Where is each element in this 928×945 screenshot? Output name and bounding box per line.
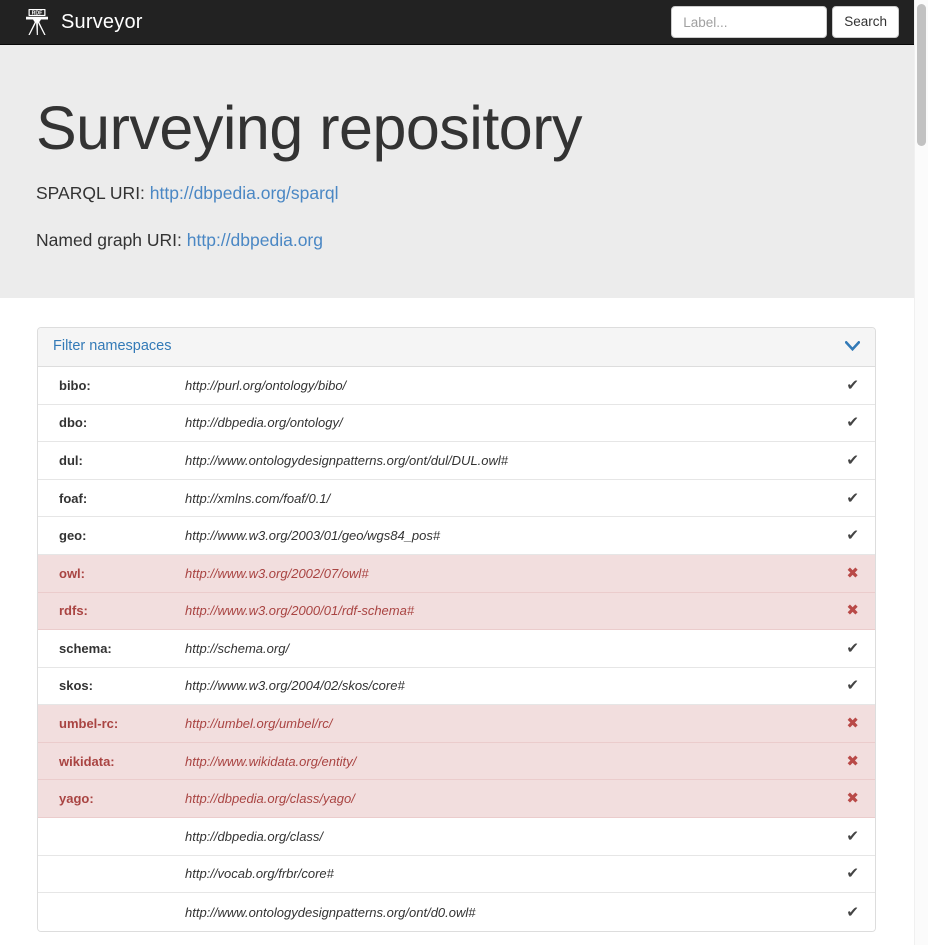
cross-icon[interactable]: ✖ [833, 791, 859, 806]
namespace-prefix: dul: [59, 452, 83, 468]
check-icon[interactable]: ✔ [833, 866, 859, 881]
hero-section: Surveying repository SPARQL URI: http://… [0, 45, 914, 298]
namespace-prefix: foaf: [59, 490, 88, 506]
namespace-row[interactable]: schema: http://schema.org/ ✔ [38, 630, 875, 668]
rdf-theodolite-icon: RDF [22, 7, 52, 37]
main-container: Filter namespaces bibo: http://purl.org/o… [0, 298, 914, 932]
namespace-prefix: wikidata: [59, 753, 115, 769]
vertical-scrollbar[interactable] [914, 0, 928, 945]
sparql-uri-label: SPARQL URI: [36, 183, 145, 204]
namespace-uri: http://schema.org/ [185, 640, 290, 656]
named-graph-uri-line: Named graph URI: http://dbpedia.org [36, 228, 914, 253]
search-input[interactable] [671, 6, 828, 38]
check-icon[interactable]: ✔ [833, 641, 859, 656]
namespace-prefix: geo: [59, 528, 87, 544]
namespace-uri: http://dbpedia.org/class/ [185, 828, 324, 844]
namespace-row[interactable]: http://www.ontologydesignpatterns.org/on… [38, 893, 875, 931]
namespace-row[interactable]: geo: http://www.w3.org/2003/01/geo/wgs84_… [38, 517, 875, 555]
sparql-uri-link[interactable]: http://dbpedia.org/sparql [150, 183, 339, 203]
namespace-uri: http://www.wikidata.org/entity/ [185, 753, 357, 769]
namespace-row[interactable]: foaf: http://xmlns.com/foaf/0.1/ ✔ [38, 479, 875, 518]
namespace-row[interactable]: bibo: http://purl.org/ontology/bibo/ ✔ [38, 366, 875, 405]
namespace-prefix: schema: [59, 640, 112, 656]
namespace-row[interactable]: http://dbpedia.org/class/ ✔ [38, 818, 875, 856]
check-icon[interactable]: ✔ [833, 415, 859, 430]
namespace-uri: http://vocab.org/frbr/core# [185, 866, 334, 882]
named-graph-uri-label: Named graph URI: [36, 229, 182, 250]
namespace-row[interactable]: dul: http://www.ontologydesignpatterns.or… [38, 442, 875, 480]
cross-icon[interactable]: ✖ [833, 566, 859, 581]
top-navbar: RDF Surveyor Search [0, 0, 914, 45]
namespace-row[interactable]: skos: http://www.w3.org/2004/02/skos/core… [38, 667, 875, 706]
check-icon[interactable]: ✔ [833, 678, 859, 693]
page-content: RDF Surveyor Search [0, 0, 914, 945]
check-icon[interactable]: ✔ [833, 528, 859, 543]
cross-icon[interactable]: ✖ [833, 716, 859, 731]
namespace-uri: http://www.ontologydesignpatterns.org/on… [185, 904, 476, 920]
namespace-prefix: dbo: [59, 415, 88, 431]
namespace-uri: http://dbpedia.org/ontology/ [185, 415, 343, 431]
check-icon[interactable]: ✔ [833, 905, 859, 920]
navbar-search-form: Search [671, 6, 899, 38]
filter-namespaces-panel: Filter namespaces bibo: http://purl.org/o… [37, 327, 876, 932]
namespace-row[interactable]: umbel-rc: http://umbel.org/umbel/rc/ ✖ [38, 705, 875, 743]
brand-label: Surveyor [61, 11, 143, 33]
panel-heading-toggle[interactable]: Filter namespaces [38, 328, 875, 367]
brand-link[interactable]: RDF Surveyor [22, 7, 143, 37]
namespace-prefix: bibo: [59, 377, 91, 393]
chevron-down-icon[interactable] [844, 340, 861, 353]
namespace-uri: http://www.w3.org/2002/07/owl# [185, 565, 369, 581]
namespace-uri: http://purl.org/ontology/bibo/ [185, 377, 347, 393]
namespace-prefix: skos: [59, 678, 93, 694]
scrollbar-thumb[interactable] [917, 4, 926, 146]
namespace-uri: http://www.w3.org/2000/01/rdf-schema# [185, 603, 415, 619]
svg-text:RDF: RDF [32, 10, 44, 16]
search-button[interactable]: Search [832, 6, 899, 38]
namespace-list: bibo: http://purl.org/ontology/bibo/✔ dbo:… [38, 366, 875, 931]
page-title: Surveying repository [36, 94, 583, 162]
namespace-prefix: yago: [59, 791, 94, 807]
namespace-prefix: umbel-rc: [59, 716, 119, 732]
namespace-uri: http://www.w3.org/2004/02/skos/core# [185, 678, 405, 694]
namespace-uri: http://umbel.org/umbel/rc/ [185, 716, 333, 732]
namespace-row[interactable]: wikidata: http://www.wikidata.org/entity/… [38, 742, 875, 781]
namespace-uri: http://dbpedia.org/class/yago/ [185, 791, 355, 807]
namespace-row[interactable]: owl: http://www.w3.org/2002/07/owl# ✖ [38, 554, 875, 593]
namespace-prefix: owl: [59, 565, 85, 581]
cross-icon[interactable]: ✖ [833, 603, 859, 618]
namespace-row[interactable]: yago: http://dbpedia.org/class/yago/ ✖ [38, 780, 875, 819]
named-graph-uri-link[interactable]: http://dbpedia.org [187, 230, 323, 250]
browser-viewport: RDF Surveyor Search [0, 0, 928, 945]
sparql-uri-line: SPARQL URI: http://dbpedia.org/sparql [36, 181, 914, 206]
namespace-uri: http://xmlns.com/foaf/0.1/ [185, 490, 331, 506]
cross-icon[interactable]: ✖ [833, 754, 859, 769]
panel-title: Filter namespaces [53, 338, 172, 354]
namespace-prefix: rdfs: [59, 603, 88, 619]
check-icon[interactable]: ✔ [833, 829, 859, 844]
namespace-uri: http://www.ontologydesignpatterns.org/on… [185, 452, 509, 468]
check-icon[interactable]: ✔ [833, 491, 859, 506]
check-icon[interactable]: ✔ [833, 378, 859, 393]
check-icon[interactable]: ✔ [833, 453, 859, 468]
namespace-row[interactable]: dbo: http://dbpedia.org/ontology/ ✔ [38, 404, 875, 443]
namespace-uri: http://www.w3.org/2003/01/geo/wgs84_pos# [185, 528, 441, 544]
namespace-row[interactable]: rdfs: http://www.w3.org/2000/01/rdf-schem… [38, 592, 875, 631]
namespace-row[interactable]: http://vocab.org/frbr/core# ✔ [38, 855, 875, 894]
